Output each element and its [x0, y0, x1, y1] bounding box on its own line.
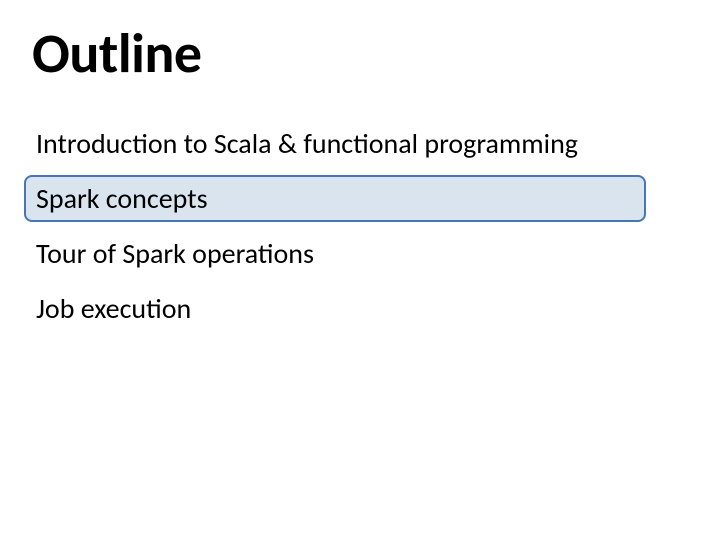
outline-item-label: Introduction to Scala & functional progr…	[36, 126, 578, 161]
outline-item-label: Tour of Spark operations	[36, 236, 314, 271]
outline-item: Job execution	[32, 281, 688, 336]
outline-item: Introduction to Scala & functional progr…	[32, 116, 688, 171]
outline-item: Spark concepts	[32, 171, 688, 226]
outline-item: Tour of Spark operations	[32, 226, 688, 281]
outline-item-label: Job execution	[36, 291, 191, 326]
slide: Outline Introduction to Scala & function…	[0, 0, 720, 356]
outline-list: Introduction to Scala & functional progr…	[32, 116, 688, 336]
slide-title: Outline	[32, 20, 688, 88]
outline-item-label: Spark concepts	[36, 181, 208, 216]
